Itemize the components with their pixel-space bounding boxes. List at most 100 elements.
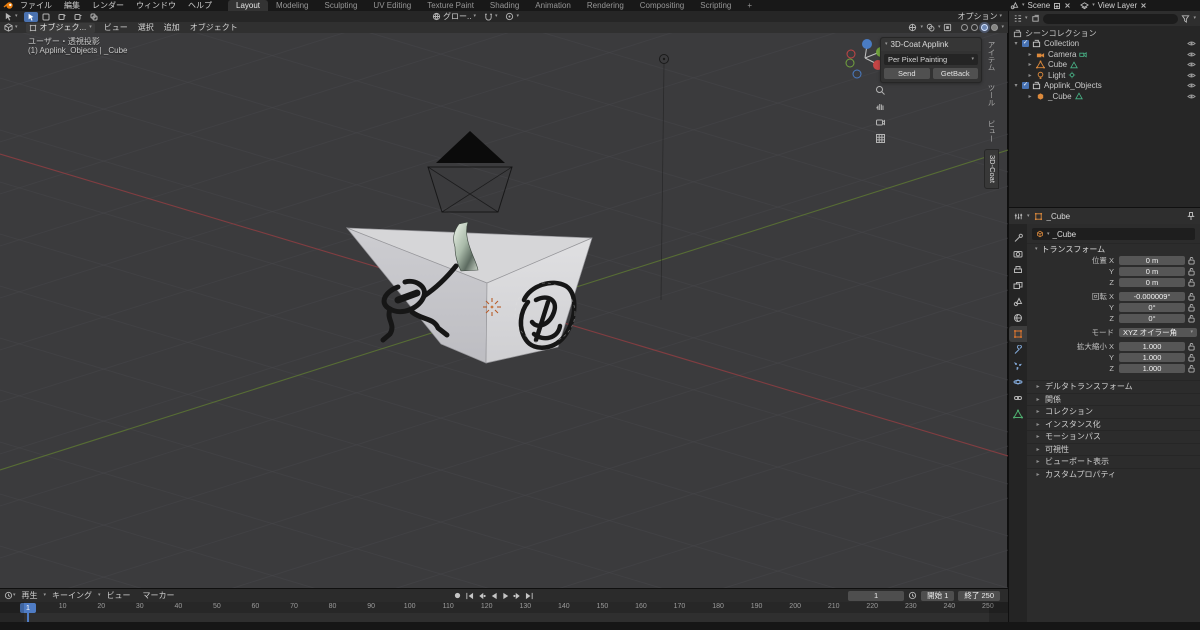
- rotation-y-field[interactable]: 0°: [1119, 302, 1185, 313]
- outliner-row-light[interactable]: ▸ Light: [1013, 70, 1200, 81]
- applink-mode-dropdown[interactable]: Per Pixel Painting ▾: [884, 54, 978, 65]
- lock-icon[interactable]: [1188, 278, 1197, 288]
- shading-rendered-icon[interactable]: [991, 24, 999, 31]
- breadcrumb-object-label[interactable]: _Cube: [1047, 212, 1071, 221]
- snap-magnet-icon[interactable]: ▾: [480, 11, 502, 22]
- play-button[interactable]: [500, 590, 511, 601]
- view-layer-selector[interactable]: View Layer: [1098, 1, 1137, 10]
- lock-icon[interactable]: [1188, 353, 1197, 363]
- expand-caret[interactable]: ▸: [1027, 51, 1033, 58]
- hide-eye-icon[interactable]: [1187, 51, 1196, 58]
- show-overlays-icon[interactable]: [926, 23, 935, 32]
- prev-keyframe-button[interactable]: [476, 590, 487, 601]
- outliner-editor-caret[interactable]: ▾: [1025, 16, 1028, 21]
- next-keyframe-button[interactable]: [512, 590, 523, 601]
- select-mode-extend-icon[interactable]: [54, 11, 70, 22]
- new-scene-icon[interactable]: [1053, 2, 1061, 10]
- tool-box-select-button[interactable]: [23, 11, 38, 22]
- menu-view-timeline[interactable]: ビュー: [101, 590, 137, 601]
- menu-object[interactable]: オブジェクト: [185, 22, 243, 33]
- rotation-z-field[interactable]: 0°: [1119, 313, 1185, 324]
- shading-caret[interactable]: ▾: [1001, 25, 1004, 30]
- add-workspace-tab[interactable]: +: [739, 0, 760, 11]
- properties-tab-modifiers[interactable]: [1009, 342, 1027, 358]
- tab-scripting[interactable]: Scripting: [692, 0, 739, 11]
- location-x-field[interactable]: 0 m: [1119, 255, 1185, 266]
- toggle-ortho-icon[interactable]: [872, 131, 888, 145]
- select-mode-subtract-icon[interactable]: [70, 11, 86, 22]
- collection-checkbox[interactable]: ✓: [1022, 82, 1029, 90]
- rotation-mode-dropdown[interactable]: XYZ オイラー角 ▾: [1119, 327, 1197, 338]
- section-viewport-display[interactable]: ▸ ビューポート表示: [1027, 455, 1200, 468]
- sidebar-tab-tool[interactable]: ツール: [984, 78, 999, 113]
- sidebar-tab-3dcoat[interactable]: 3D-Coat: [984, 149, 999, 189]
- outliner-row-camera[interactable]: ▸ Camera: [1013, 49, 1200, 60]
- show-gizmo-icon[interactable]: [908, 23, 917, 32]
- properties-editor-icon[interactable]: [1014, 212, 1023, 221]
- outliner-row-scene-collection[interactable]: シーンコレクション: [1013, 28, 1200, 39]
- select-mode-set-icon[interactable]: [38, 11, 54, 22]
- expand-caret[interactable]: ▾: [1013, 40, 1019, 47]
- axis-y-neg-ball[interactable]: [845, 58, 855, 68]
- object-name-field[interactable]: ▾ _Cube: [1032, 228, 1195, 240]
- properties-tab-scene[interactable]: [1009, 294, 1027, 310]
- mode-dropdown[interactable]: オブジェク... ▾: [25, 22, 95, 33]
- properties-tab-tool[interactable]: [1009, 230, 1027, 246]
- scale-z-field[interactable]: 1.000: [1119, 363, 1185, 374]
- properties-tab-output[interactable]: [1009, 262, 1027, 278]
- transform-panel-header[interactable]: ▾ トランスフォーム: [1027, 243, 1200, 255]
- expand-caret[interactable]: ▸: [1027, 61, 1033, 68]
- zoom-view-icon[interactable]: [872, 83, 888, 97]
- preview-range-clock-icon[interactable]: [908, 591, 917, 600]
- frame-end-field[interactable]: 終了 250: [958, 590, 1000, 601]
- lock-icon[interactable]: [1188, 364, 1197, 374]
- properties-tab-object-data[interactable]: [1009, 406, 1027, 422]
- xray-toggle-icon[interactable]: [943, 23, 952, 32]
- outliner-row-applink-objects[interactable]: ▾ ✓ Applink_Objects: [1013, 81, 1200, 92]
- panel-collapse-caret[interactable]: ▾: [885, 42, 888, 47]
- hide-eye-icon[interactable]: [1187, 40, 1196, 47]
- menu-edit[interactable]: 編集: [58, 0, 86, 11]
- scale-x-field[interactable]: 1.000: [1119, 341, 1185, 352]
- hide-eye-icon[interactable]: [1187, 93, 1196, 100]
- active-tool-dropdown[interactable]: ▾: [0, 11, 22, 22]
- proportional-editing-icon[interactable]: ▾: [501, 11, 523, 22]
- section-collections[interactable]: ▸ コレクション: [1027, 405, 1200, 418]
- menu-select[interactable]: 選択: [133, 22, 159, 33]
- scale-y-field[interactable]: 1.000: [1119, 352, 1185, 363]
- sidebar-tab-item[interactable]: アイテム: [984, 35, 999, 77]
- hide-eye-icon[interactable]: [1187, 61, 1196, 68]
- scene-selector[interactable]: Scene: [1028, 1, 1051, 10]
- play-reverse-button[interactable]: [488, 590, 499, 601]
- menu-marker[interactable]: マーカー: [137, 590, 181, 601]
- timeline-editor-icon[interactable]: [4, 591, 13, 600]
- filter-icon[interactable]: [1181, 14, 1191, 23]
- sidebar-tab-view[interactable]: ビュー: [984, 114, 999, 149]
- axis-z-ball[interactable]: [862, 39, 872, 49]
- section-delta-transform[interactable]: ▸ デルタトランスフォーム: [1027, 380, 1200, 393]
- expand-caret[interactable]: ▾: [1013, 82, 1019, 89]
- tab-layout[interactable]: Layout: [228, 0, 269, 11]
- section-instancing[interactable]: ▸ インスタンス化: [1027, 417, 1200, 431]
- properties-tab-particles[interactable]: [1009, 358, 1027, 374]
- rotation-x-field[interactable]: -0.000009°: [1119, 291, 1185, 302]
- menu-keying[interactable]: キーイング: [46, 590, 98, 601]
- outliner-display-mode-icon[interactable]: [1031, 14, 1040, 23]
- section-visibility[interactable]: ▸ 可視性: [1027, 442, 1200, 456]
- tab-modeling[interactable]: Modeling: [268, 0, 316, 11]
- hide-eye-icon[interactable]: [1187, 82, 1196, 89]
- remove-view-layer-icon[interactable]: [1140, 2, 1147, 9]
- section-relations[interactable]: ▸ 関係: [1027, 392, 1200, 406]
- menu-add[interactable]: 追加: [159, 22, 185, 33]
- tab-rendering[interactable]: Rendering: [579, 0, 632, 11]
- hide-eye-icon[interactable]: [1187, 72, 1196, 79]
- menu-file[interactable]: ファイル: [14, 0, 58, 11]
- current-frame-field[interactable]: 1: [848, 590, 905, 601]
- menu-render[interactable]: レンダー: [86, 0, 130, 11]
- outliner-editor-icon[interactable]: [1013, 14, 1022, 23]
- jump-to-end-button[interactable]: [524, 590, 535, 601]
- menu-window[interactable]: ウィンドウ: [130, 0, 182, 11]
- camera-view-icon[interactable]: [872, 115, 888, 129]
- viewport-3d[interactable]: ユーザー・透視投影 (1) Applink_Objects | _Cube アイ…: [0, 33, 1008, 588]
- send-button[interactable]: Send: [884, 68, 930, 79]
